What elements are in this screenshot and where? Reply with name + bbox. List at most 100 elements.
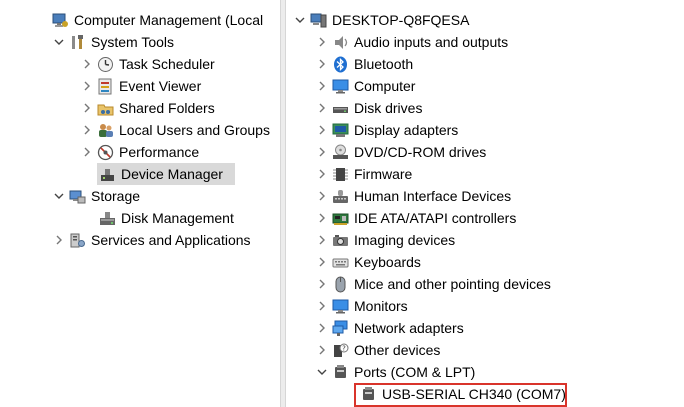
storage-icon — [69, 188, 86, 205]
tree-item-label: Computer — [354, 78, 416, 94]
chevron-right-icon[interactable] — [80, 123, 94, 137]
chevron-right-icon[interactable] — [315, 167, 329, 181]
tree-item-label: Audio inputs and outputs — [354, 34, 509, 50]
computer-management-icon — [52, 12, 69, 29]
tree-item-monitors[interactable]: Monitors — [315, 295, 408, 317]
tree-item-computer-management[interactable]: Computer Management (Local — [52, 9, 263, 31]
shared-folder-icon — [97, 100, 114, 117]
hid-icon — [332, 188, 349, 205]
tree-item-hid[interactable]: Human Interface Devices — [315, 185, 511, 207]
pane-splitter[interactable] — [280, 0, 286, 407]
clock-icon — [97, 56, 114, 73]
tree-item-label: Monitors — [354, 298, 408, 314]
tree-item-label: System Tools — [91, 34, 174, 50]
chevron-right-icon[interactable] — [315, 189, 329, 203]
tree-item-imaging[interactable]: Imaging devices — [315, 229, 455, 251]
chevron-right-icon[interactable] — [315, 211, 329, 225]
performance-icon — [97, 144, 114, 161]
tree-item-display-adapters[interactable]: Display adapters — [315, 119, 458, 141]
tree-item-label: Performance — [119, 144, 200, 160]
tree-item-storage[interactable]: Storage — [52, 185, 140, 207]
tree-item-shared-folders[interactable]: Shared Folders — [80, 97, 215, 119]
tree-item-event-viewer[interactable]: Event Viewer — [80, 75, 201, 97]
tree-item-label: Disk Management — [121, 210, 234, 226]
tree-item-label: Local Users and Groups — [119, 122, 270, 138]
tree-item-services-applications[interactable]: Services and Applications — [52, 229, 251, 251]
tree-item-system-tools[interactable]: System Tools — [52, 31, 174, 53]
tree-item-label: Event Viewer — [119, 78, 202, 94]
camera-icon — [332, 232, 349, 249]
port-connector-icon — [332, 364, 349, 381]
desktop-computer-icon — [310, 12, 327, 29]
chevron-down-icon[interactable] — [52, 189, 66, 203]
tree-item-label: Keyboards — [354, 254, 421, 270]
dvd-drive-icon — [332, 144, 349, 161]
tree-item-local-users-groups[interactable]: Local Users and Groups — [80, 119, 270, 141]
chevron-right-icon[interactable] — [52, 233, 66, 247]
chevron-right-icon[interactable] — [315, 79, 329, 93]
tree-item-device-manager[interactable]: Device Manager — [97, 163, 235, 185]
chevron-right-icon[interactable] — [80, 101, 94, 115]
tree-item-label: DESKTOP-Q8FQESA — [332, 12, 470, 28]
event-viewer-icon — [97, 78, 114, 95]
chevron-right-icon[interactable] — [315, 101, 329, 115]
tree-item-mice[interactable]: Mice and other pointing devices — [315, 273, 551, 295]
mouse-icon — [332, 276, 349, 293]
tree-item-label: Mice and other pointing devices — [354, 276, 551, 292]
tree-item-label: Display adapters — [354, 122, 459, 138]
tree-item-ports[interactable]: Ports (COM & LPT) — [315, 361, 475, 383]
monitor-icon — [332, 78, 349, 95]
chevron-down-icon[interactable] — [315, 365, 329, 379]
tree-item-label: Network adapters — [354, 320, 464, 336]
speaker-icon — [332, 34, 349, 51]
chevron-right-icon[interactable] — [315, 35, 329, 49]
chevron-right-icon[interactable] — [315, 343, 329, 357]
tree-item-other-devices[interactable]: ? Other devices — [315, 339, 440, 361]
tree-item-label: Services and Applications — [91, 232, 251, 248]
tree-item-audio[interactable]: Audio inputs and outputs — [315, 31, 508, 53]
keyboard-icon — [332, 254, 349, 271]
chevron-right-icon[interactable] — [315, 299, 329, 313]
tree-item-label: Computer Management (Local — [74, 12, 264, 28]
chevron-right-icon[interactable] — [315, 321, 329, 335]
tree-item-label: Shared Folders — [119, 100, 215, 116]
tree-item-ide-controllers[interactable]: IDE ATA/ATAPI controllers — [315, 207, 516, 229]
chevron-right-icon[interactable] — [315, 57, 329, 71]
tree-item-disk-management[interactable]: Disk Management — [97, 207, 234, 229]
tree-item-computer[interactable]: Computer — [315, 75, 415, 97]
tree-item-keyboards[interactable]: Keyboards — [315, 251, 421, 273]
chevron-down-icon[interactable] — [293, 13, 307, 27]
tree-item-network-adapters[interactable]: Network adapters — [315, 317, 464, 339]
tree-item-firmware[interactable]: Firmware — [315, 163, 412, 185]
tree-item-performance[interactable]: Performance — [80, 141, 199, 163]
tree-item-label: Disk drives — [354, 100, 423, 116]
tree-item-dvd-drives[interactable]: DVD/CD-ROM drives — [315, 141, 486, 163]
chevron-right-icon[interactable] — [80, 79, 94, 93]
tree-item-label: Device Manager — [121, 166, 223, 182]
chevron-right-icon[interactable] — [315, 277, 329, 291]
device-manager-icon — [99, 166, 116, 183]
tree-item-label: Ports (COM & LPT) — [354, 364, 476, 380]
tree-item-label: Bluetooth — [354, 56, 414, 72]
tree-item-label: Firmware — [354, 166, 413, 182]
svg-text:?: ? — [342, 344, 346, 352]
tree-item-computer-root[interactable]: DESKTOP-Q8FQESA — [293, 9, 469, 31]
chevron-right-icon[interactable] — [80, 145, 94, 159]
chevron-right-icon[interactable] — [80, 57, 94, 71]
tree-item-label: Imaging devices — [354, 232, 456, 248]
chevron-right-icon[interactable] — [315, 145, 329, 159]
chevron-right-icon[interactable] — [315, 233, 329, 247]
bluetooth-icon — [332, 56, 349, 73]
monitor-icon — [332, 298, 349, 315]
tree-item-bluetooth[interactable]: Bluetooth — [315, 53, 413, 75]
disk-management-icon — [99, 210, 116, 227]
chevron-right-icon[interactable] — [315, 255, 329, 269]
unknown-device-icon: ? — [332, 342, 349, 359]
tree-item-disk-drives[interactable]: Disk drives — [315, 97, 422, 119]
tree-item-task-scheduler[interactable]: Task Scheduler — [80, 53, 215, 75]
display-adapter-icon — [332, 122, 349, 139]
tree-item-label: IDE ATA/ATAPI controllers — [354, 210, 517, 226]
system-tools-icon — [69, 34, 86, 51]
chevron-down-icon[interactable] — [52, 35, 66, 49]
chevron-right-icon[interactable] — [315, 123, 329, 137]
